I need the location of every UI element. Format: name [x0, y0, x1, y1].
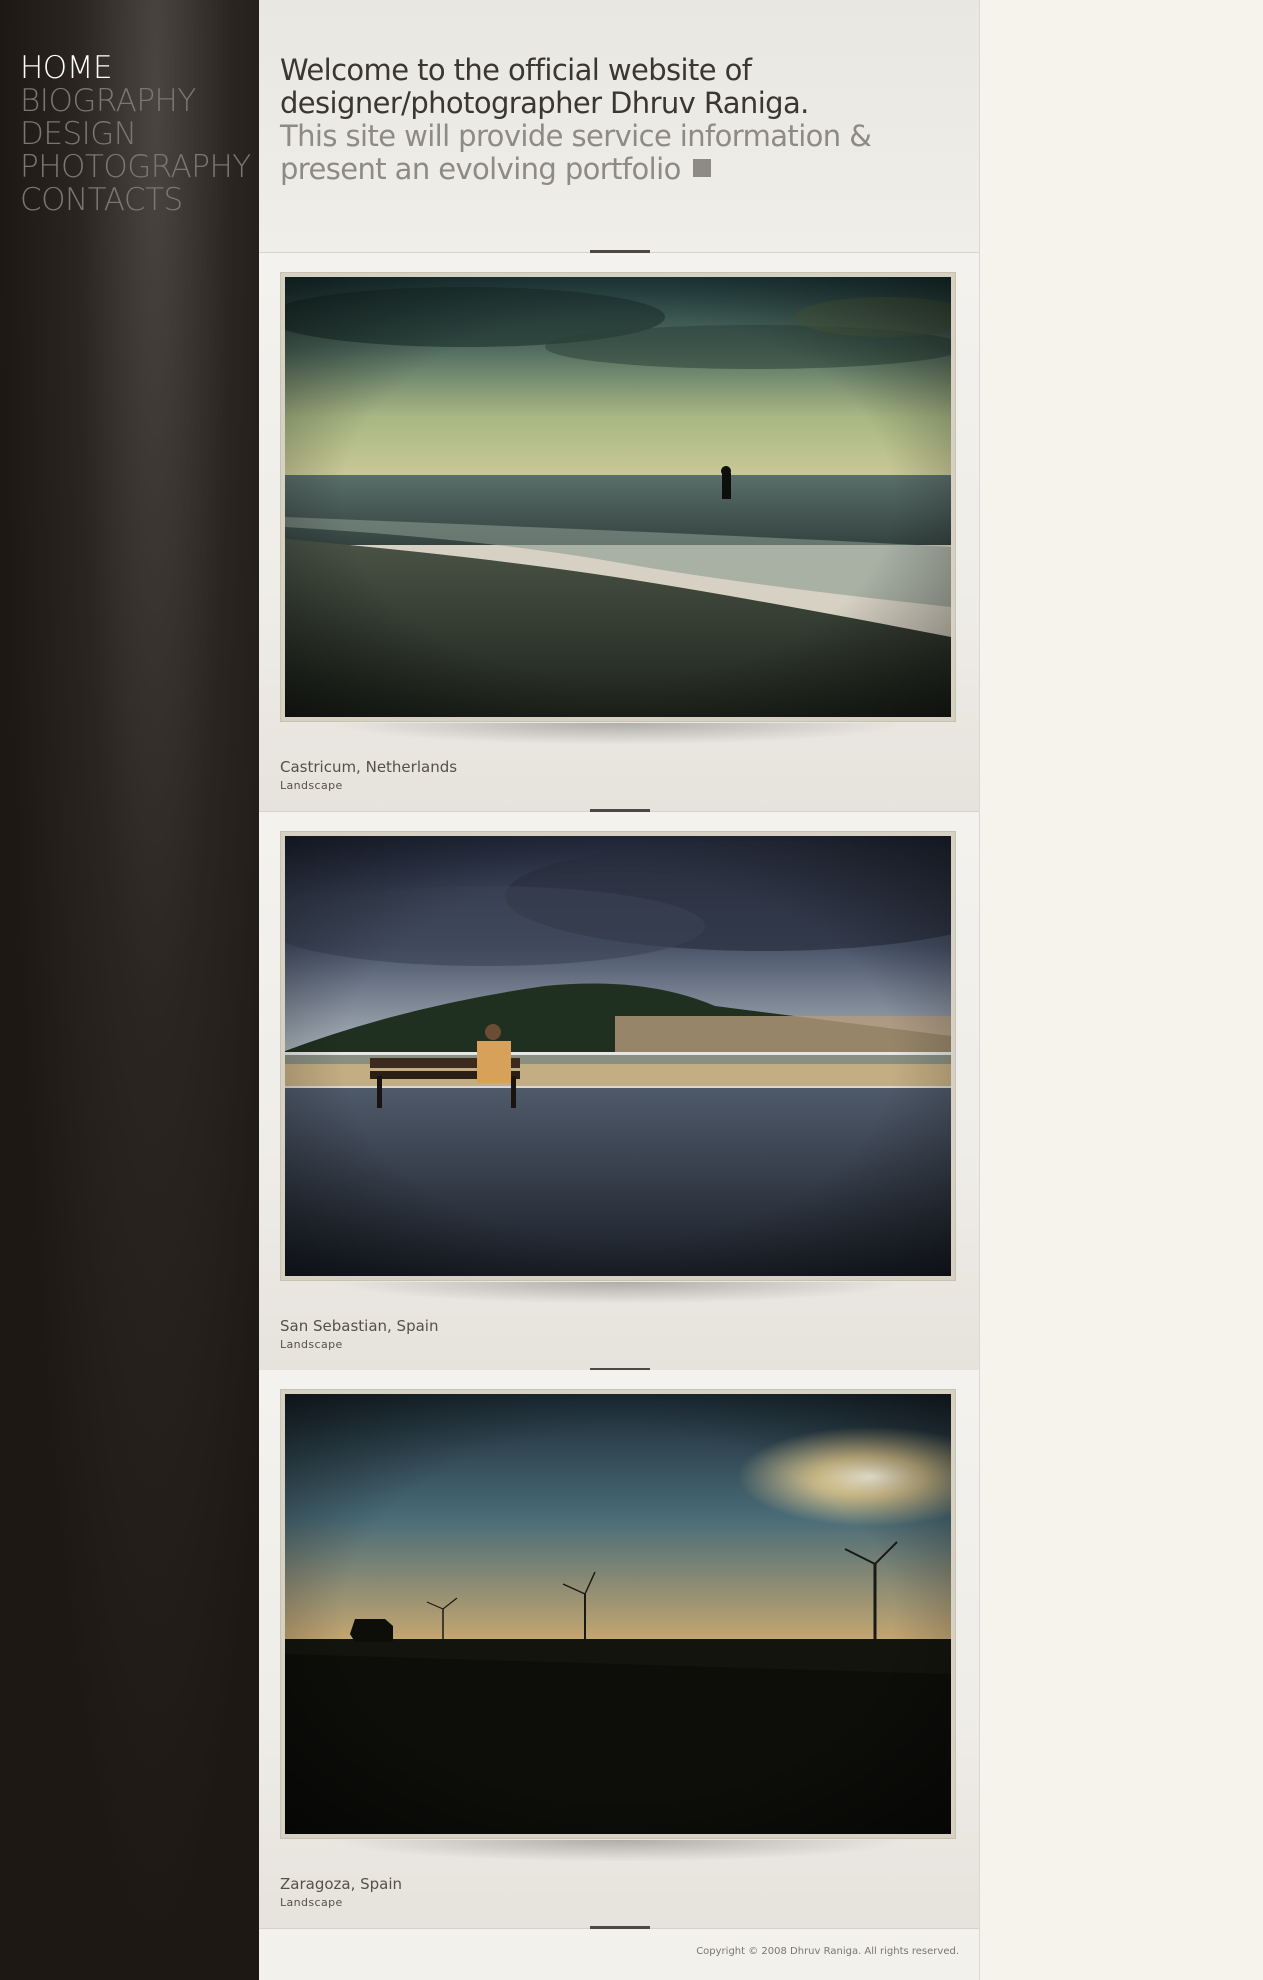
photo-title: San Sebastian, Spain: [280, 1317, 439, 1335]
photo-category: Landscape: [280, 779, 343, 792]
nav-item-home[interactable]: HOME: [20, 52, 251, 85]
photo-title: Zaragoza, Spain: [280, 1875, 403, 1893]
photo-title: Castricum, Netherlands: [280, 758, 458, 776]
photo-section: San Sebastian, Spain Landscape: [259, 812, 979, 1371]
intro-line-name: designer/photographer Dhruv Raniga.: [280, 86, 809, 120]
photo-shadow: [329, 1282, 909, 1304]
photo-zaragoza[interactable]: [285, 1394, 951, 1834]
photo-section: Zaragoza, Spain Landscape: [259, 1370, 979, 1929]
photo-caption: Zaragoza, Spain Landscape: [280, 1875, 402, 1909]
intro-text: Welcome to the official website of desig…: [280, 54, 920, 186]
photo-frame[interactable]: [280, 272, 956, 722]
photo-category: Landscape: [280, 1338, 343, 1351]
photo-frame[interactable]: [280, 831, 956, 1281]
photo-san-sebastian[interactable]: [285, 836, 951, 1276]
main-content: Welcome to the official website of desig…: [259, 0, 980, 1980]
intro-panel: Welcome to the official website of desig…: [259, 0, 979, 253]
intro-line-welcome: Welcome to the official website of: [280, 53, 752, 87]
photo-category: Landscape: [280, 1896, 343, 1909]
photo-shadow: [329, 1840, 909, 1862]
nav-item-photography[interactable]: PHOTOGRAPHY: [20, 151, 251, 184]
photo-section: Castricum, Netherlands Landscape: [259, 253, 979, 812]
intro-line-service: This site will provide service informati…: [280, 119, 872, 153]
photo-caption: Castricum, Netherlands Landscape: [280, 758, 457, 792]
nav-item-design[interactable]: DESIGN: [20, 118, 251, 151]
photo-caption: San Sebastian, Spain Landscape: [280, 1317, 438, 1351]
intro-line-portfolio-text: present an evolving portfolio: [280, 152, 681, 186]
nav-item-contacts[interactable]: CONTACTS: [20, 184, 251, 217]
sidebar: HOME BIOGRAPHY DESIGN PHOTOGRAPHY CONTAC…: [0, 0, 259, 1980]
square-bullet-icon: [692, 159, 711, 177]
nav-item-biography[interactable]: BIOGRAPHY: [20, 85, 251, 118]
photo-shadow: [329, 723, 909, 745]
photo-castricum[interactable]: [285, 277, 951, 717]
copyright-text: Copyright © 2008 Dhruv Raniga. All right…: [696, 1946, 959, 1957]
intro-line-portfolio: present an evolving portfolio: [280, 153, 920, 186]
photo-frame[interactable]: [280, 1389, 956, 1839]
main-nav: HOME BIOGRAPHY DESIGN PHOTOGRAPHY CONTAC…: [20, 52, 251, 217]
footer: Copyright © 2008 Dhruv Raniga. All right…: [259, 1928, 979, 1980]
